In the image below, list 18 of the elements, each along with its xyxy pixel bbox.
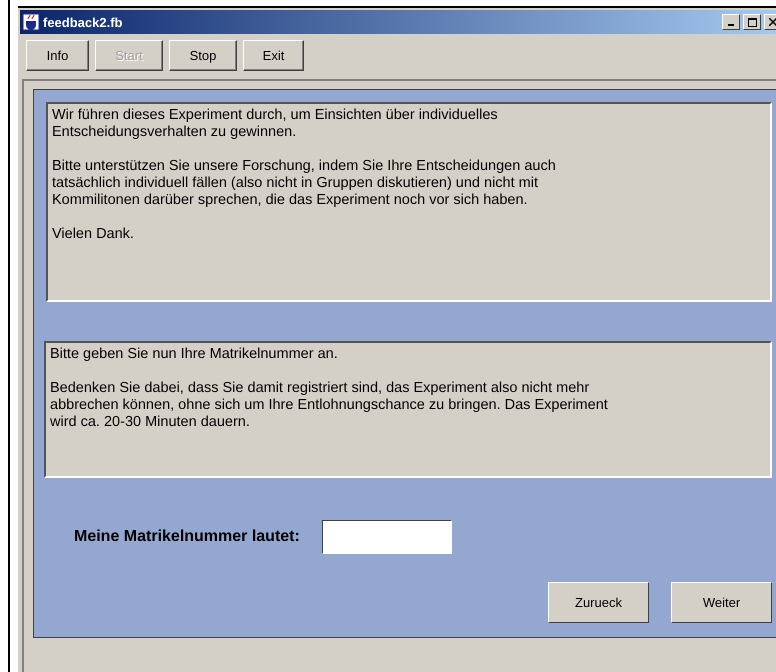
intro-paragraph: Vielen Dank.	[52, 226, 135, 243]
app-icon	[22, 13, 40, 31]
nav-button[interactable]: Zurueck	[548, 582, 649, 623]
maximize-icon	[748, 18, 756, 26]
matriculation-label: Meine Matrikelnummer lautet:	[74, 528, 300, 546]
toolbar-button[interactable]: Exit	[243, 40, 304, 71]
minimize-button[interactable]	[722, 14, 740, 30]
matriculation-input[interactable]	[322, 520, 452, 554]
window-title: feedback2.fb	[43, 14, 124, 30]
toolbar-button[interactable]: Info	[26, 40, 89, 71]
intro-paragraph: Wir führen dieses Experiment durch, um Einsichten über individuelles Entscheidungsverhalten zu gewinnen.	[52, 107, 499, 141]
toolbar-button[interactable]: Stop	[169, 40, 237, 71]
close-icon	[769, 18, 776, 26]
maximize-button[interactable]	[743, 14, 761, 30]
nav-button[interactable]: Weiter	[671, 582, 772, 623]
notice-paragraph: Bedenken Sie dabei, dass Sie damit registriert sind, das Experiment also nicht mehr abbrechen können, ohne sich um Ihre Entlohnungschance zu bringen. Das Experiment wird ca. 20-30 Minuten dauern.	[50, 380, 609, 431]
intro-paragraph: Bitte unterstützen Sie unsere Forschung, indem Sie Ihre Entscheidungen auch tatsächlich individuell fällen (also nicht in Gruppen diskutieren) und nicht mit Kommilitonen darüber sprechen, die das Experiment noch vor sich haben.	[52, 158, 557, 209]
notice-paragraph: Bitte geben Sie nun Ihre Matrikelnummer an.	[50, 346, 339, 363]
